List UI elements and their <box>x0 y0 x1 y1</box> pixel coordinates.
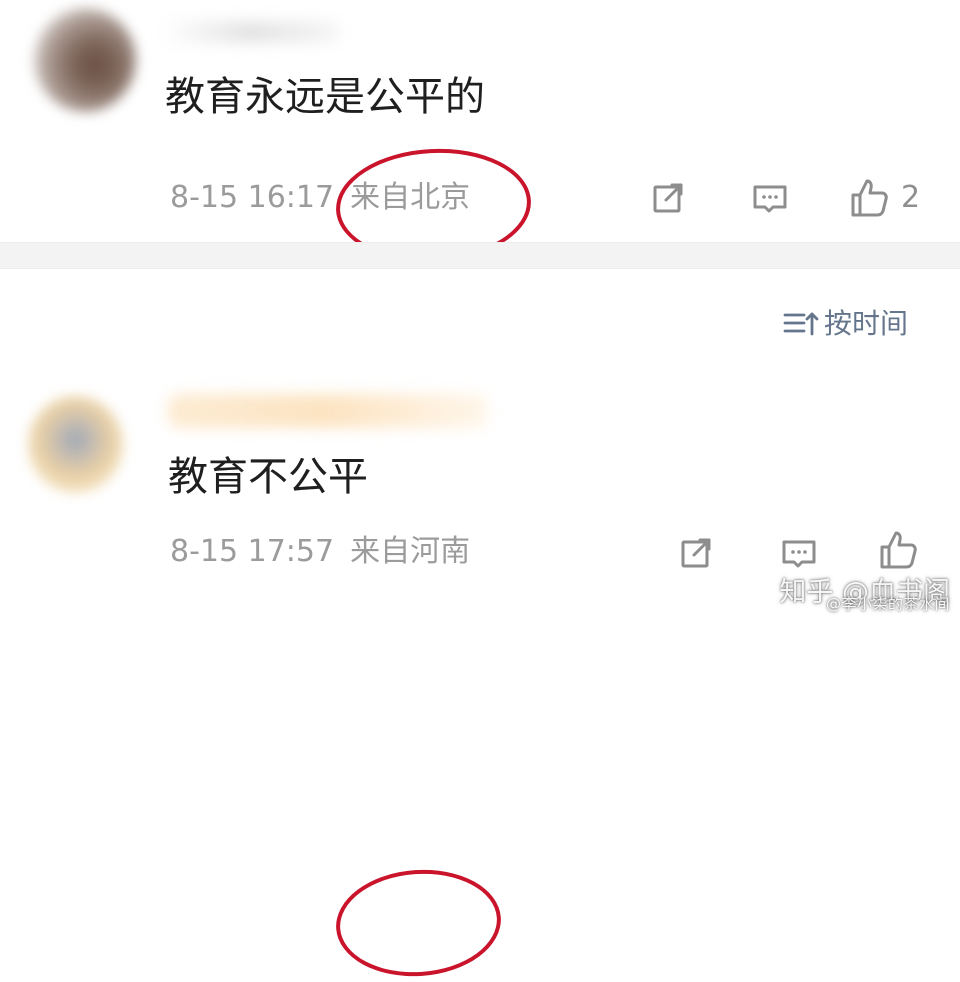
sort-button[interactable]: 按时间 <box>782 309 908 339</box>
sort-label: 按时间 <box>824 307 909 340</box>
sort-icon <box>783 312 819 336</box>
blurred-username <box>160 21 340 43</box>
share-icon <box>681 538 711 568</box>
like-count: 2 <box>901 180 921 215</box>
like-icon <box>851 179 888 217</box>
comment-meta: 8-15 16:17 来自北京 <box>170 183 470 213</box>
comment-location: 来自北京 <box>350 180 471 215</box>
like-button[interactable]: 2 <box>849 177 920 219</box>
comment-meta: 8-15 17:57 来自河南 <box>170 537 470 567</box>
comment-text: 教育不公平 <box>168 454 368 500</box>
blurred-username <box>168 394 488 428</box>
reply-button[interactable] <box>780 534 818 572</box>
comment-item: 教育永远是公平的 8-15 16:17 来自北京 2 <box>0 0 960 268</box>
reply-icon <box>753 185 787 213</box>
comment-text: 教育永远是公平的 <box>165 74 485 120</box>
reply-button[interactable] <box>751 179 789 217</box>
comment-location: 来自河南 <box>350 534 471 569</box>
comment-time: 8-15 16:17 <box>170 180 335 215</box>
comment-time: 8-15 17:57 <box>170 534 335 569</box>
reply-icon <box>782 540 816 568</box>
watermark: 知乎 @血书阁 @李小柒的茶水间 <box>779 579 950 612</box>
share-icon <box>653 183 683 213</box>
annotation-circle <box>332 864 505 982</box>
watermark-sub: @李小柒的茶水间 <box>825 595 950 613</box>
avatar[interactable] <box>34 8 136 112</box>
section-divider <box>0 242 960 269</box>
avatar[interactable] <box>28 396 123 493</box>
share-button[interactable] <box>650 179 688 217</box>
like-button[interactable] <box>878 529 918 571</box>
share-button[interactable] <box>678 534 716 572</box>
like-icon <box>880 531 917 569</box>
